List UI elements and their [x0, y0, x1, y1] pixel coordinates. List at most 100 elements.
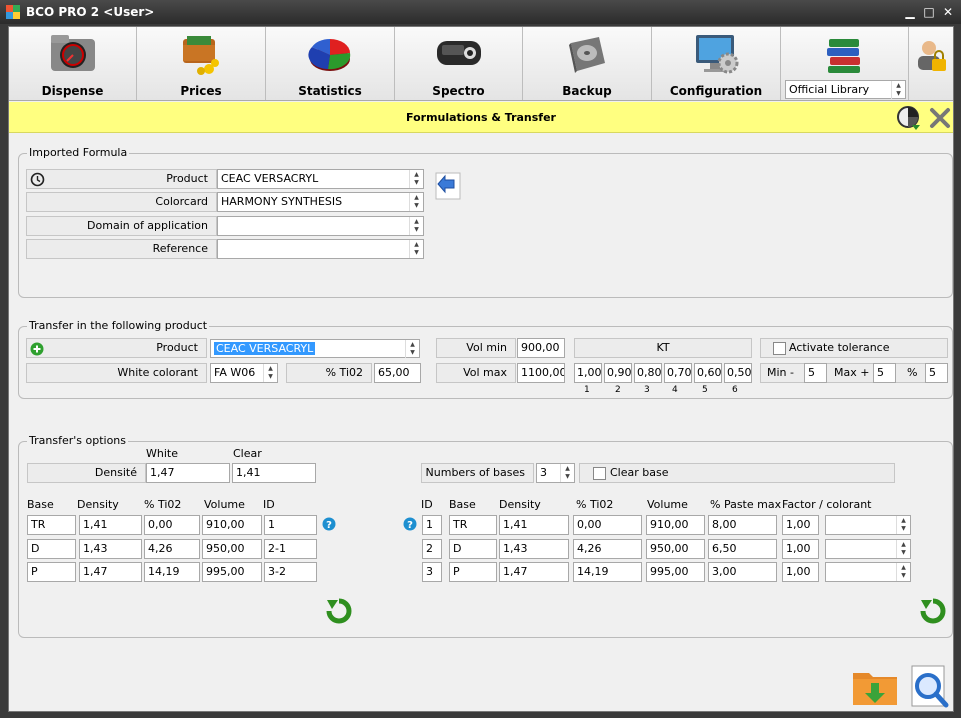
- right-cell[interactable]: 6,50: [708, 539, 777, 559]
- white-colorant-label: White colorant: [117, 366, 198, 379]
- user-lock-button[interactable]: [910, 27, 953, 100]
- left-cell[interactable]: 1,47: [79, 562, 142, 582]
- right-cell[interactable]: 1,00: [782, 539, 819, 559]
- configuration-button[interactable]: Configuration: [652, 27, 781, 100]
- folder-download-icon[interactable]: [851, 665, 899, 707]
- right-cell[interactable]: 3: [422, 562, 442, 582]
- clear-density-input[interactable]: 1,41: [232, 463, 316, 483]
- clear-base-checkbox[interactable]: [593, 467, 606, 480]
- left-cell[interactable]: 2-1: [264, 539, 317, 559]
- pct-input[interactable]: 5: [925, 363, 948, 383]
- statistics-button[interactable]: Statistics: [266, 27, 395, 100]
- right-cell[interactable]: 1,00: [782, 515, 819, 535]
- nbases-spinner[interactable]: 3 ▲ ▼: [536, 463, 575, 483]
- monitor-settings-icon: [696, 35, 739, 74]
- left-cell[interactable]: 995,00: [202, 562, 262, 582]
- right-cell[interactable]: 2: [422, 539, 442, 559]
- white-colorant-select[interactable]: FA W06 ▲ ▼: [210, 363, 278, 383]
- factor-colorant-select[interactable]: ▲ ▼: [825, 539, 911, 559]
- right-cell[interactable]: 1,47: [499, 562, 569, 582]
- refresh-icon[interactable]: [324, 597, 354, 625]
- left-cell[interactable]: 4,26: [144, 539, 200, 559]
- ti02-input[interactable]: 65,00: [374, 363, 421, 383]
- right-cell[interactable]: 3,00: [708, 562, 777, 582]
- banner-title: Formulations & Transfer: [406, 111, 556, 124]
- right-cell[interactable]: 0,00: [573, 515, 642, 535]
- library-select[interactable]: Official Library ▲ ▼: [785, 80, 906, 99]
- left-cell-value: D: [31, 542, 40, 555]
- backup-button[interactable]: Backup: [523, 27, 652, 100]
- right-cell[interactable]: 1,00: [782, 562, 819, 582]
- left-cell-value: 1,43: [83, 542, 108, 555]
- search-document-icon[interactable]: [908, 664, 952, 710]
- activate-tolerance-box[interactable]: Activate tolerance: [760, 338, 948, 358]
- right-cell[interactable]: 910,00: [646, 515, 705, 535]
- left-cell[interactable]: 950,00: [202, 539, 262, 559]
- help-icon[interactable]: ?: [322, 517, 336, 531]
- right-cell[interactable]: D: [449, 539, 497, 559]
- right-cell-value: 1,43: [503, 542, 528, 555]
- left-cell[interactable]: 1,41: [79, 515, 142, 535]
- dispense-button[interactable]: Dispense: [9, 27, 137, 100]
- colorcard-select[interactable]: HARMONY SYNTHESIS ▲ ▼: [217, 192, 424, 212]
- right-cell[interactable]: P: [449, 562, 497, 582]
- add-icon[interactable]: [30, 342, 44, 356]
- white-density-input[interactable]: 1,47: [146, 463, 230, 483]
- kt-input-3[interactable]: 0,80: [634, 363, 662, 383]
- close-icon[interactable]: [929, 107, 951, 129]
- transfer-product-select[interactable]: CEAC VERSACRYL ▲ ▼: [210, 339, 420, 358]
- right-cell[interactable]: 995,00: [646, 562, 705, 582]
- activate-tolerance-checkbox[interactable]: [773, 342, 786, 355]
- left-cell[interactable]: TR: [27, 515, 76, 535]
- left-cell[interactable]: 1,43: [79, 539, 142, 559]
- imported-product-select[interactable]: CEAC VERSACRYL ▲ ▼: [217, 169, 424, 189]
- clear-base-box[interactable]: Clear base: [579, 463, 895, 483]
- prices-button[interactable]: Prices: [137, 27, 266, 100]
- left-cell[interactable]: D: [27, 539, 76, 559]
- left-cell[interactable]: 1: [264, 515, 317, 535]
- maximize-icon[interactable]: □: [922, 5, 936, 19]
- help-icon[interactable]: ?: [403, 517, 417, 531]
- domain-label-box: Domain of application: [26, 216, 217, 236]
- right-cell[interactable]: 14,19: [573, 562, 642, 582]
- left-cell[interactable]: 14,19: [144, 562, 200, 582]
- lens-pie-icon[interactable]: [896, 105, 922, 131]
- minimize-icon[interactable]: ▁: [903, 5, 917, 19]
- domain-select[interactable]: ▲ ▼: [217, 216, 424, 236]
- right-header-base: Base: [449, 498, 476, 511]
- max-input[interactable]: 5: [873, 363, 896, 383]
- left-cell[interactable]: 0,00: [144, 515, 200, 535]
- kt-label: KT: [656, 341, 670, 354]
- history-icon[interactable]: [30, 172, 45, 187]
- right-cell[interactable]: 1: [422, 515, 442, 535]
- kt-input-2[interactable]: 0,90: [604, 363, 632, 383]
- right-cell[interactable]: 4,26: [573, 539, 642, 559]
- spectro-button[interactable]: Spectro: [395, 27, 523, 100]
- main-window: Dispense Prices Statistics Spectro Backu…: [8, 26, 954, 712]
- right-cell[interactable]: TR: [449, 515, 497, 535]
- spin-icon: ▲ ▼: [560, 464, 574, 482]
- kt-input-1[interactable]: 1,00: [574, 363, 602, 383]
- kt-input-4[interactable]: 0,70: [664, 363, 692, 383]
- close-window-icon[interactable]: ✕: [941, 5, 955, 19]
- import-arrow-icon[interactable]: [434, 171, 464, 201]
- refresh-icon[interactable]: [918, 597, 948, 625]
- library-panel: Official Library ▲ ▼: [781, 27, 909, 100]
- left-cell[interactable]: P: [27, 562, 76, 582]
- right-cell[interactable]: 1,43: [499, 539, 569, 559]
- left-cell[interactable]: 3-2: [264, 562, 317, 582]
- right-cell[interactable]: 950,00: [646, 539, 705, 559]
- transfer-options-group: Transfer's options White Clear Densité 1…: [18, 434, 953, 638]
- factor-colorant-select[interactable]: ▲ ▼: [825, 515, 911, 535]
- kt-input-5[interactable]: 0,60: [694, 363, 722, 383]
- reference-select[interactable]: ▲ ▼: [217, 239, 424, 259]
- min-input[interactable]: 5: [804, 363, 827, 383]
- right-cell[interactable]: 8,00: [708, 515, 777, 535]
- factor-colorant-select[interactable]: ▲ ▼: [825, 562, 911, 582]
- left-cell[interactable]: 910,00: [202, 515, 262, 535]
- volmax-input[interactable]: 1100,00: [517, 363, 565, 383]
- right-cell[interactable]: 1,41: [499, 515, 569, 535]
- kt-input-6[interactable]: 0,50: [724, 363, 752, 383]
- kt-index: 6: [732, 385, 738, 395]
- volmin-input[interactable]: 900,00: [517, 338, 565, 358]
